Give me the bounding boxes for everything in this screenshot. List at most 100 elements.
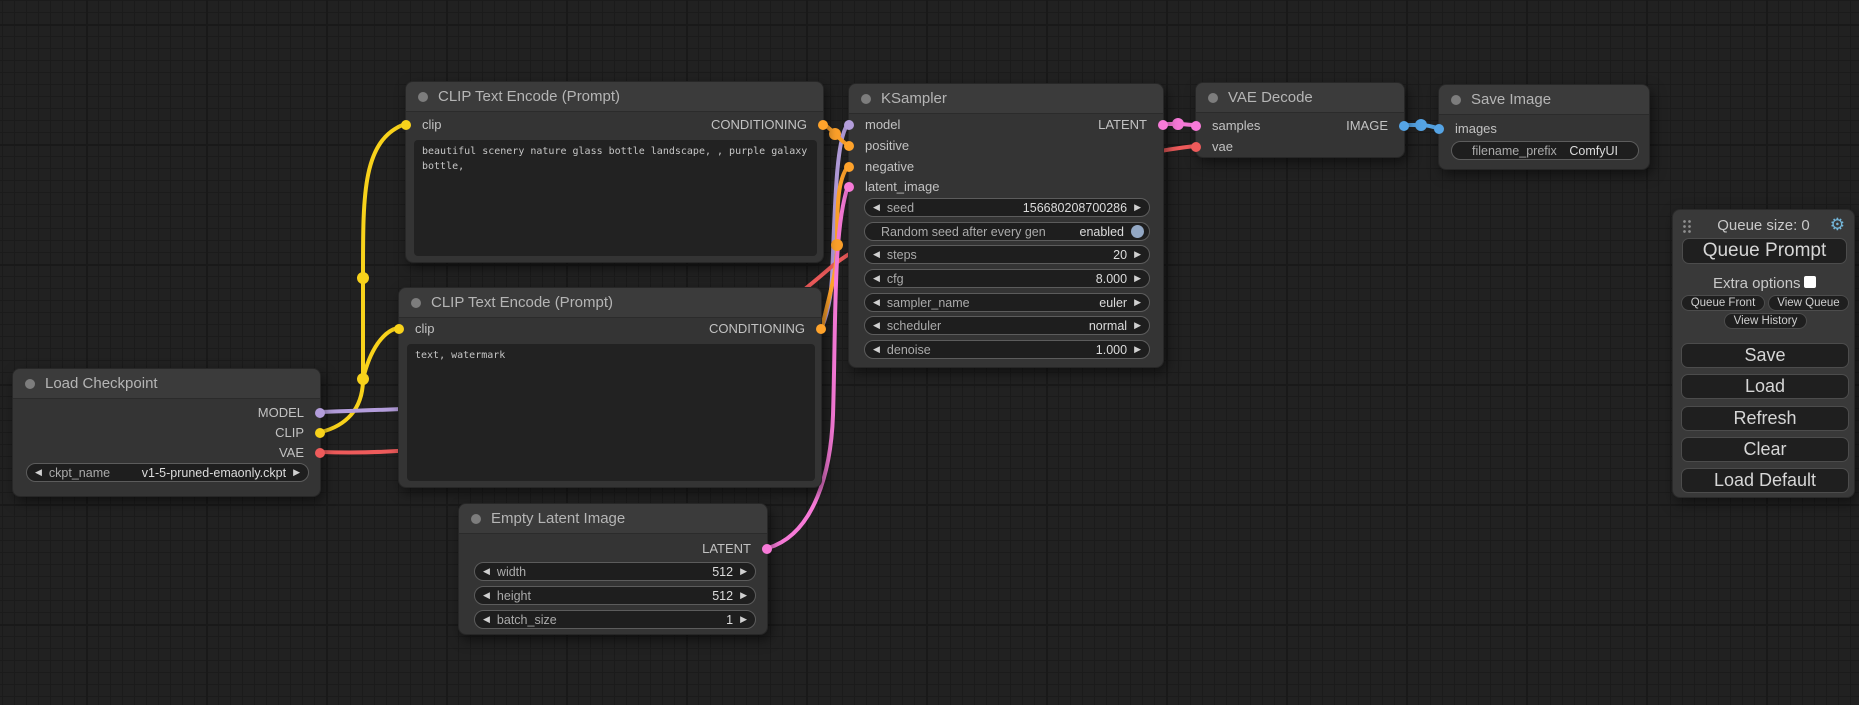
collapse-dot-icon[interactable]: [25, 379, 35, 389]
collapse-dot-icon[interactable]: [861, 94, 871, 104]
input-slot-vae[interactable]: [1191, 142, 1201, 152]
decrement-arrow-icon[interactable]: ◀: [483, 615, 490, 624]
output-slot-model[interactable]: [315, 408, 325, 418]
widget-sampler-name[interactable]: ◀ sampler_name euler ▶: [864, 293, 1150, 312]
output-slot-image[interactable]: [1399, 121, 1409, 131]
output-label: MODEL: [258, 403, 304, 423]
node-title-bar[interactable]: CLIP Text Encode (Prompt): [406, 82, 823, 112]
output-slot-latent[interactable]: [1158, 120, 1168, 130]
node-clip-text-encode-positive[interactable]: CLIP Text Encode (Prompt) clip CONDITION…: [405, 81, 824, 263]
decrement-arrow-icon[interactable]: ◀: [873, 321, 880, 330]
node-title-bar[interactable]: VAE Decode: [1196, 83, 1404, 113]
random-seed-toggle[interactable]: [1131, 225, 1144, 238]
widget-width[interactable]: ◀ width 512 ▶: [474, 562, 756, 581]
node-title-bar[interactable]: KSampler: [849, 84, 1163, 114]
increment-arrow-icon[interactable]: ▶: [1134, 298, 1141, 307]
widget-name: batch_size: [497, 613, 557, 627]
node-graph-canvas[interactable]: Load Checkpoint MODEL CLIP VAE ◀ ckpt_na…: [0, 0, 1859, 705]
widget-name: height: [497, 589, 531, 603]
increment-arrow-icon[interactable]: ▶: [740, 615, 747, 624]
settings-gear-icon[interactable]: ⚙: [1830, 216, 1845, 233]
widget-height[interactable]: ◀ height 512 ▶: [474, 586, 756, 605]
node-clip-text-encode-negative[interactable]: CLIP Text Encode (Prompt) clip CONDITION…: [398, 287, 822, 488]
decrement-arrow-icon[interactable]: ◀: [483, 567, 490, 576]
save-button[interactable]: Save: [1681, 343, 1849, 368]
clear-button[interactable]: Clear: [1681, 437, 1849, 462]
increment-arrow-icon[interactable]: ▶: [740, 567, 747, 576]
widget-cfg[interactable]: ◀ cfg 8.000 ▶: [864, 269, 1150, 288]
reroute-dot[interactable]: [1415, 119, 1427, 131]
input-slot-latent-image[interactable]: [844, 182, 854, 192]
node-save-image[interactable]: Save Image images filename_prefix ComfyU…: [1438, 84, 1650, 170]
widget-scheduler[interactable]: ◀ scheduler normal ▶: [864, 316, 1150, 335]
decrement-arrow-icon[interactable]: ◀: [873, 345, 880, 354]
reroute-dot[interactable]: [831, 239, 843, 251]
widget-ckpt-name[interactable]: ◀ ckpt_name v1-5-pruned-emaonly.ckpt ▶: [26, 463, 309, 482]
queue-size-label: Queue size: 0: [1673, 217, 1854, 234]
input-slot-negative[interactable]: [844, 162, 854, 172]
widget-batch-size[interactable]: ◀ batch_size 1 ▶: [474, 610, 756, 629]
input-label: positive: [865, 136, 909, 156]
input-label: samples: [1212, 116, 1260, 136]
load-button[interactable]: Load: [1681, 374, 1849, 399]
prompt-textarea[interactable]: beautiful scenery nature glass bottle la…: [414, 140, 817, 256]
widget-seed[interactable]: ◀ seed 156680208700286 ▶: [864, 198, 1150, 217]
collapse-dot-icon[interactable]: [418, 92, 428, 102]
node-title-bar[interactable]: Load Checkpoint: [13, 369, 320, 399]
node-title-bar[interactable]: Save Image: [1439, 85, 1649, 115]
widget-value: euler: [1099, 296, 1127, 310]
reroute-dot[interactable]: [829, 128, 841, 140]
collapse-dot-icon[interactable]: [471, 514, 481, 524]
output-slot-conditioning[interactable]: [816, 324, 826, 334]
node-vae-decode[interactable]: VAE Decode samples vae IMAGE: [1195, 82, 1405, 158]
view-queue-button[interactable]: View Queue: [1768, 295, 1849, 311]
node-ksampler[interactable]: KSampler model positive negative latent_…: [848, 83, 1164, 368]
refresh-button[interactable]: Refresh: [1681, 406, 1849, 431]
collapse-dot-icon[interactable]: [1451, 95, 1461, 105]
output-slot-latent[interactable]: [762, 544, 772, 554]
decrement-arrow-icon[interactable]: ◀: [483, 591, 490, 600]
queue-prompt-button[interactable]: Queue Prompt: [1682, 238, 1847, 264]
reroute-dot[interactable]: [1172, 118, 1184, 130]
prompt-textarea[interactable]: text, watermark: [407, 344, 815, 481]
decrement-arrow-icon[interactable]: ◀: [873, 250, 880, 259]
input-slot-clip[interactable]: [401, 120, 411, 130]
node-title-bar[interactable]: CLIP Text Encode (Prompt): [399, 288, 821, 318]
load-default-button[interactable]: Load Default: [1681, 468, 1849, 493]
node-empty-latent-image[interactable]: Empty Latent Image LATENT ◀ width 512 ▶ …: [458, 503, 768, 635]
increment-arrow-icon[interactable]: ▶: [1134, 203, 1141, 212]
node-title-bar[interactable]: Empty Latent Image: [459, 504, 767, 534]
decrement-arrow-icon[interactable]: ◀: [873, 274, 880, 283]
input-slot-positive[interactable]: [844, 141, 854, 151]
input-slot-model[interactable]: [844, 120, 854, 130]
widget-steps[interactable]: ◀ steps 20 ▶: [864, 245, 1150, 264]
input-label: negative: [865, 157, 914, 177]
node-load-checkpoint[interactable]: Load Checkpoint MODEL CLIP VAE ◀ ckpt_na…: [12, 368, 321, 497]
widget-value: enabled: [1080, 225, 1125, 239]
increment-arrow-icon[interactable]: ▶: [1134, 250, 1141, 259]
view-history-button[interactable]: View History: [1724, 313, 1807, 329]
decrement-arrow-icon[interactable]: ◀: [873, 298, 880, 307]
extra-options-checkbox[interactable]: [1804, 276, 1816, 288]
decrement-arrow-icon[interactable]: ◀: [873, 203, 880, 212]
widget-denoise[interactable]: ◀ denoise 1.000 ▶: [864, 340, 1150, 359]
output-slot-clip[interactable]: [315, 428, 325, 438]
increment-arrow-icon[interactable]: ▶: [1134, 345, 1141, 354]
widget-filename-prefix[interactable]: filename_prefix ComfyUI: [1451, 141, 1639, 160]
output-slot-conditioning[interactable]: [818, 120, 828, 130]
increment-arrow-icon[interactable]: ▶: [293, 468, 300, 477]
input-slot-clip[interactable]: [394, 324, 404, 334]
queue-front-button[interactable]: Queue Front: [1681, 295, 1765, 311]
increment-arrow-icon[interactable]: ▶: [740, 591, 747, 600]
input-slot-images[interactable]: [1434, 124, 1444, 134]
collapse-dot-icon[interactable]: [411, 298, 421, 308]
decrement-arrow-icon[interactable]: ◀: [35, 468, 42, 477]
widget-random-seed[interactable]: Random seed after every gen enabled: [864, 222, 1150, 241]
input-slot-samples[interactable]: [1191, 121, 1201, 131]
collapse-dot-icon[interactable]: [1208, 93, 1218, 103]
reroute-dot[interactable]: [357, 272, 369, 284]
increment-arrow-icon[interactable]: ▶: [1134, 274, 1141, 283]
reroute-dot[interactable]: [357, 373, 369, 385]
increment-arrow-icon[interactable]: ▶: [1134, 321, 1141, 330]
output-slot-vae[interactable]: [315, 448, 325, 458]
